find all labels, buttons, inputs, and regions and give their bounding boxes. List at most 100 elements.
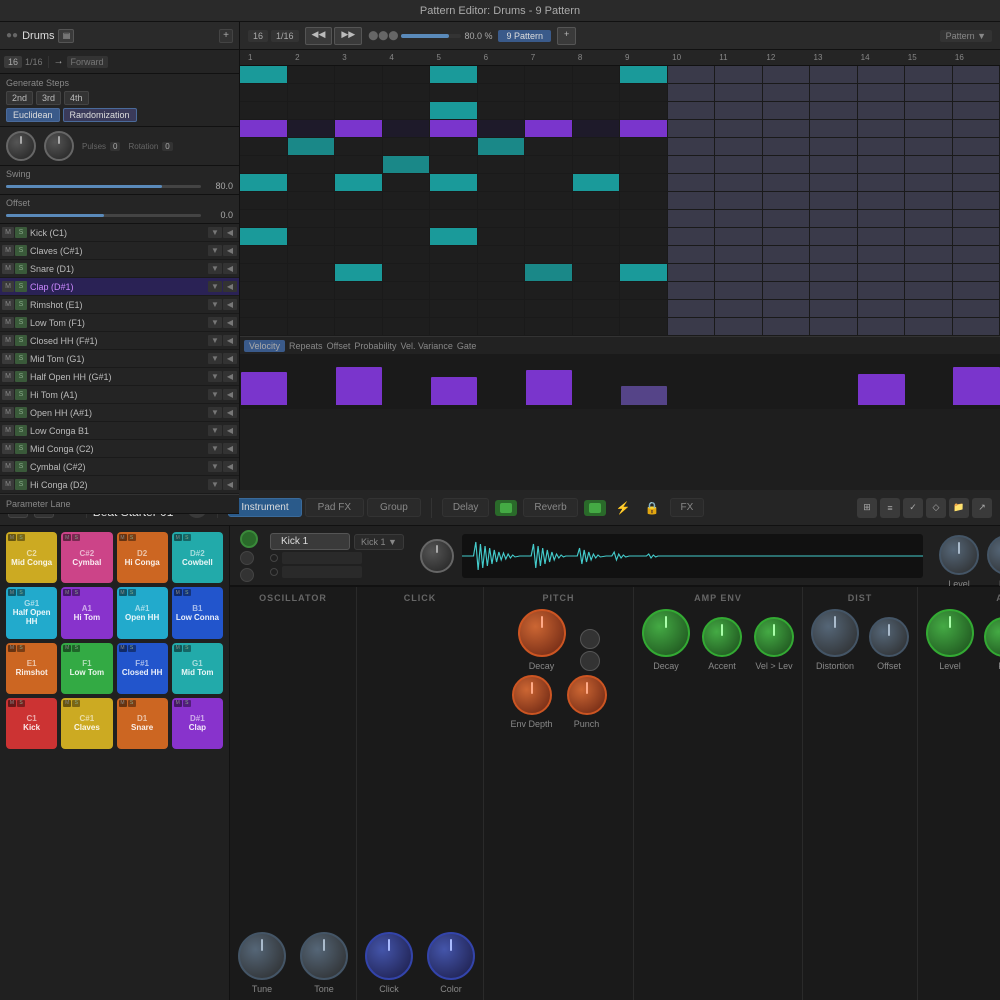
track-audio[interactable]: ◀ [223,425,237,436]
cell[interactable] [763,174,811,191]
pitch-decay-knob[interactable] [518,609,566,657]
pattern-mode-btn[interactable]: Pattern ▼ [940,30,992,42]
cell[interactable] [668,84,716,101]
pad-mid-tom[interactable]: MS G1 Mid Tom [172,643,223,694]
cell[interactable] [858,210,906,227]
cell[interactable] [810,138,858,155]
cell[interactable] [240,102,288,119]
mute-btn[interactable]: M [2,443,14,454]
steps-value[interactable]: 16 [4,56,22,68]
delay-fx-btn[interactable]: Delay [442,498,490,517]
vel-variance-tab[interactable]: Vel. Variance [400,341,452,351]
cell[interactable] [288,66,336,83]
track-audio[interactable]: ◀ [223,443,237,454]
cell[interactable] [383,300,431,317]
cell[interactable] [953,282,1000,299]
vel-bar[interactable] [241,372,288,405]
cell[interactable] [240,84,288,101]
cell[interactable] [525,192,573,209]
cell[interactable] [715,264,763,281]
cell[interactable] [620,264,668,281]
cell[interactable] [478,138,526,155]
cell[interactable] [905,120,953,137]
track-audio[interactable]: ◀ [223,281,237,292]
pad-open-hh[interactable]: MS A#1 Open HH [117,587,168,638]
pattern-selector[interactable]: 9 Pattern [498,30,551,42]
cell[interactable] [383,192,431,209]
add-track-btn[interactable]: + [219,29,233,43]
cell[interactable] [383,174,431,191]
cell[interactable] [288,174,336,191]
cell[interactable] [905,156,953,173]
cell[interactable] [383,138,431,155]
cell[interactable] [573,246,621,263]
track-menu[interactable]: ▼ [208,389,222,400]
cell[interactable] [668,66,716,83]
cell[interactable] [288,264,336,281]
cell[interactable] [525,246,573,263]
pad-closed-hh[interactable]: MS F#1 Closed HH [117,643,168,694]
track-audio[interactable]: ◀ [223,353,237,364]
cell[interactable] [668,120,716,137]
cell[interactable] [335,192,383,209]
accent-knob[interactable] [702,617,742,657]
cell[interactable] [810,318,858,335]
cell[interactable] [810,66,858,83]
cell[interactable] [905,192,953,209]
cell[interactable] [383,318,431,335]
cell[interactable] [430,282,478,299]
cell[interactable] [858,84,906,101]
play-btn[interactable]: → [54,56,64,67]
cell[interactable] [858,66,906,83]
level-knob[interactable] [939,535,979,575]
cell[interactable] [858,192,906,209]
track-audio[interactable]: ◀ [223,389,237,400]
cell[interactable] [335,138,383,155]
cell[interactable] [620,84,668,101]
cell[interactable] [953,156,1000,173]
mute-btn[interactable]: M [2,353,14,364]
cell[interactable] [288,156,336,173]
cell[interactable] [573,318,621,335]
cell[interactable] [763,120,811,137]
offset-tab[interactable]: Offset [327,341,351,351]
cell[interactable] [240,156,288,173]
cell[interactable] [953,246,1000,263]
solo-btn[interactable]: S [15,335,27,346]
cell[interactable] [715,102,763,119]
cell[interactable] [288,192,336,209]
track-menu[interactable]: ▼ [208,227,222,238]
track-menu[interactable]: ▼ [208,461,222,472]
pad-kick[interactable]: MS C1 Kick [6,698,57,749]
mute-btn[interactable]: M [2,263,14,274]
delay-toggle[interactable] [495,500,517,516]
cell[interactable] [858,120,906,137]
cell[interactable] [905,138,953,155]
mute-btn[interactable]: M [2,245,14,256]
cell[interactable] [810,282,858,299]
cell[interactable] [335,318,383,335]
cell[interactable] [478,66,526,83]
cell[interactable] [478,120,526,137]
cell[interactable] [430,66,478,83]
cell[interactable] [478,228,526,245]
cell[interactable] [668,300,716,317]
cell[interactable] [383,156,431,173]
track-menu[interactable]: ▼ [208,371,222,382]
cell[interactable] [478,84,526,101]
cell[interactable] [668,318,716,335]
track-menu[interactable]: ▼ [208,443,222,454]
cell[interactable] [335,102,383,119]
pan-knob[interactable] [987,535,1000,575]
cell[interactable] [620,138,668,155]
cell[interactable] [573,102,621,119]
cell[interactable] [430,138,478,155]
zoom-in-btn[interactable]: 16 [248,30,268,42]
mute-btn[interactable]: M [2,407,14,418]
cell[interactable] [620,282,668,299]
solo-btn[interactable]: S [15,461,27,472]
cell[interactable] [478,318,526,335]
cell[interactable] [288,138,336,155]
color-knob[interactable] [427,932,475,980]
cell[interactable] [763,138,811,155]
